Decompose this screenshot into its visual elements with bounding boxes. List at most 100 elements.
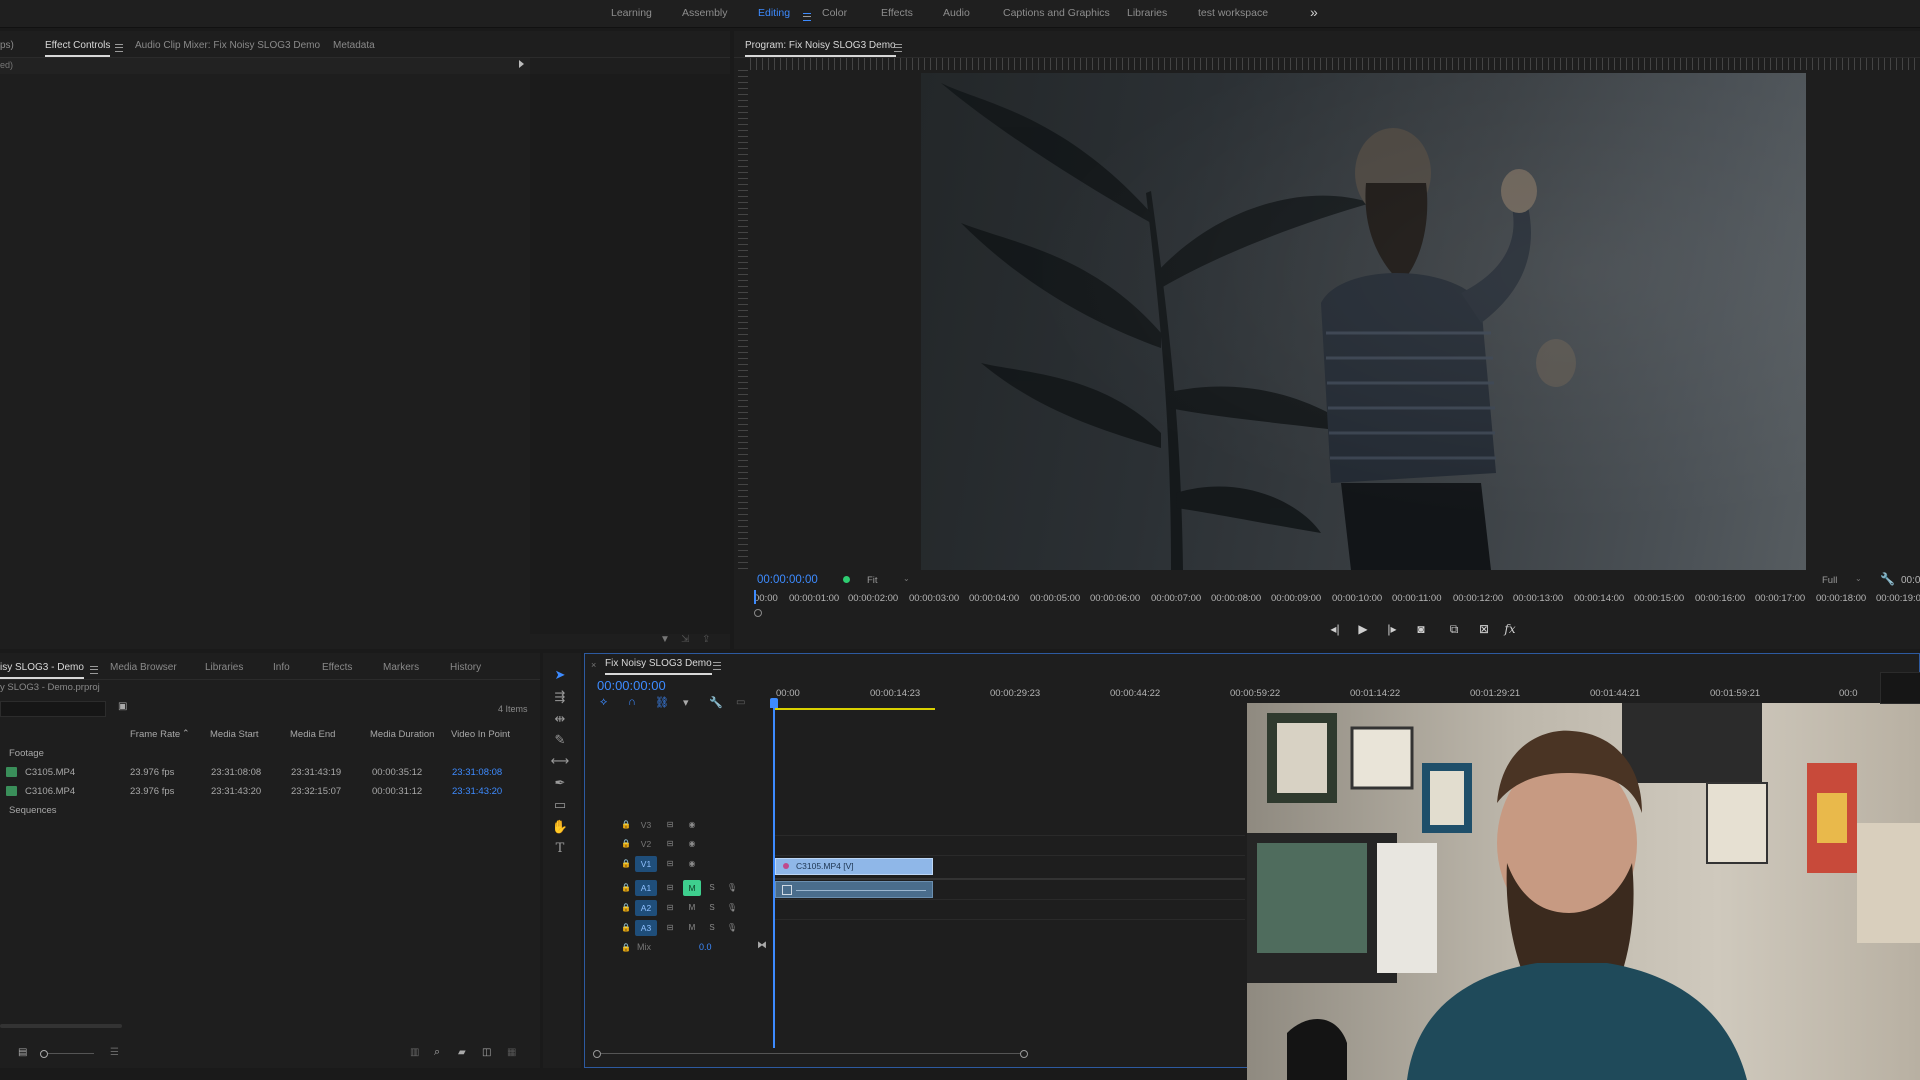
list-view-icon[interactable]: ▤ [18, 1047, 27, 1058]
rectangle-tool-icon[interactable]: ▭ [549, 796, 571, 814]
timeline-zoom-end-handle[interactable] [1020, 1050, 1028, 1058]
mic-icon[interactable]: 🎙 [725, 881, 739, 894]
program-monitor-title[interactable]: Program: Fix Noisy SLOG3 Demo [745, 40, 896, 57]
export-frame-icon[interactable]: ⇲ [681, 634, 689, 645]
timeline-timecode[interactable]: 00:00:00:00 [597, 678, 666, 693]
track-a2-label[interactable]: A2 [635, 900, 657, 916]
mute-a3-button[interactable]: M [685, 921, 699, 934]
step-forward-icon[interactable]: |▸ [1382, 622, 1402, 636]
tab-markers[interactable]: Markers [383, 662, 419, 673]
mic-icon[interactable]: 🎙 [725, 901, 739, 914]
wrench-icon[interactable]: 🔧 [1880, 572, 1895, 586]
zoom-slider-handle[interactable] [40, 1050, 48, 1058]
share-icon[interactable]: ⇪ [702, 634, 710, 645]
hand-tool-icon[interactable]: ✋ [549, 818, 571, 836]
program-time-ruler[interactable]: 00:00 00:00:01:00 00:00:02:00 00:00:03:0… [754, 590, 1920, 612]
project-horizontal-scrollbar[interactable] [0, 1024, 122, 1028]
track-v3-label[interactable]: V3 [635, 817, 657, 833]
folder-sequences[interactable]: Sequences [0, 802, 530, 820]
column-frame-rate[interactable]: Frame Rate [130, 729, 180, 740]
more-workspaces-icon[interactable]: » [1310, 4, 1318, 20]
lock-track-icon[interactable]: 🔒 [619, 881, 633, 894]
timeline-menu-icon[interactable] [707, 660, 721, 672]
sync-lock-icon[interactable]: ⊟ [663, 881, 677, 894]
expand-arrow-icon[interactable] [519, 60, 524, 68]
solo-a3-button[interactable]: S [705, 921, 719, 934]
zoom-handle-icon[interactable] [754, 609, 762, 617]
sync-lock-icon[interactable]: ⊟ [663, 837, 677, 850]
column-media-duration[interactable]: Media Duration [370, 729, 434, 740]
fit-dropdown-chevron-icon[interactable]: ⌄ [903, 574, 910, 583]
column-media-end[interactable]: Media End [290, 729, 335, 740]
workspace-tab-assembly[interactable]: Assembly [682, 7, 728, 19]
work-area-bar[interactable] [775, 708, 935, 710]
zoom-slider-track[interactable] [48, 1053, 94, 1054]
track-a1-label[interactable]: A1 [635, 880, 657, 896]
tab-effects[interactable]: Effects [322, 662, 352, 673]
workspace-tab-audio[interactable]: Audio [943, 7, 970, 19]
sync-lock-icon[interactable]: ⊟ [663, 901, 677, 914]
lock-track-icon[interactable]: 🔒 [619, 857, 633, 870]
playhead-handle[interactable] [770, 698, 778, 708]
sync-lock-icon[interactable]: ⊟ [663, 857, 677, 870]
video-clip-c3105[interactable]: C3105.MP4 [V] [775, 858, 933, 875]
close-tab-icon[interactable]: × [591, 660, 596, 670]
solo-a2-button[interactable]: S [705, 901, 719, 914]
project-row-c3105[interactable]: C3105.MP4 23.976 fps 23:31:08:08 23:31:4… [0, 764, 530, 782]
add-marker-icon[interactable]: ▾ [683, 696, 689, 709]
tab-libraries[interactable]: Libraries [205, 662, 243, 673]
clip-in-point[interactable]: 23:31:08:08 [452, 767, 502, 778]
track-v1-label[interactable]: V1 [635, 856, 657, 872]
tab-metadata[interactable]: Metadata [333, 40, 375, 51]
selection-tool-icon[interactable]: ➤ [549, 666, 571, 684]
resolution-dropdown[interactable]: Full [1822, 575, 1837, 586]
nest-icon[interactable]: ⟡ [600, 696, 607, 709]
program-menu-icon[interactable] [888, 42, 902, 54]
workspace-tab-learning[interactable]: Learning [611, 7, 652, 19]
step-back-icon[interactable]: ◂| [1325, 622, 1345, 636]
fit-dropdown[interactable]: Fit [867, 575, 878, 586]
mix-value[interactable]: 0.0 [699, 942, 712, 952]
track-select-tool-icon[interactable]: ⇶ [549, 688, 571, 706]
sort-ascending-icon[interactable]: ⌃ [182, 728, 190, 739]
tab-media-browser[interactable]: Media Browser [110, 662, 177, 673]
project-menu-icon[interactable] [84, 664, 98, 676]
tab-project[interactable]: isy SLOG3 - Demo [0, 662, 84, 679]
ripple-edit-tool-icon[interactable]: ⇹ [549, 710, 571, 728]
snap-icon[interactable]: ∩ [628, 696, 636, 708]
play-icon[interactable]: ▶ [1353, 622, 1373, 636]
pen-tool-icon[interactable]: ✒ [549, 774, 571, 792]
mic-icon[interactable]: 🎙 [725, 921, 739, 934]
workspace-tab-libraries[interactable]: Libraries [1127, 7, 1167, 19]
camera-icon[interactable]: ◙ [1411, 622, 1431, 636]
workspace-tab-test[interactable]: test workspace [1198, 7, 1268, 19]
automate-icon[interactable]: ▥ [410, 1047, 419, 1058]
linked-selection-icon[interactable]: ⛓ [655, 696, 669, 709]
workspace-menu-icon[interactable] [797, 11, 811, 23]
tab-info[interactable]: Info [273, 662, 290, 673]
tab-audio-clip-mixer[interactable]: Audio Clip Mixer: Fix Noisy SLOG3 Demo [135, 40, 320, 51]
razor-tool-icon[interactable]: ✎ [549, 731, 571, 749]
resolution-chevron-icon[interactable]: ⌄ [1855, 574, 1862, 583]
program-playhead[interactable] [754, 590, 756, 604]
workspace-tab-editing[interactable]: Editing [758, 7, 790, 19]
workspace-tab-color[interactable]: Color [822, 7, 847, 19]
lock-track-icon[interactable]: 🔒 [619, 837, 633, 850]
sync-lock-icon[interactable]: ⊟ [663, 921, 677, 934]
track-a3-label[interactable]: A3 [635, 920, 657, 936]
timeline-settings-icon[interactable]: 🔧 [709, 696, 723, 709]
filter-icon[interactable]: ▼ [660, 634, 670, 645]
new-item-icon[interactable]: ◫ [482, 1047, 491, 1058]
find-icon[interactable]: ⌕ [434, 1046, 440, 1059]
overwrite-icon[interactable]: ⊠ [1474, 622, 1494, 636]
insert-icon[interactable]: ⧉ [1444, 622, 1464, 637]
mix-end-icon[interactable]: ⧓ [757, 940, 767, 951]
tab-effect-controls[interactable]: Effect Controls [45, 40, 111, 57]
sync-lock-icon[interactable]: ⊟ [663, 818, 677, 831]
mute-a1-button[interactable]: M [683, 880, 701, 896]
folder-footage[interactable]: Footage [0, 745, 530, 763]
project-row-c3106[interactable]: C3106.MP4 23.976 fps 23:31:43:20 23:32:1… [0, 783, 530, 801]
sort-icons-icon[interactable]: ☰ [110, 1047, 119, 1058]
clear-icon[interactable]: ▦ [507, 1047, 516, 1058]
type-tool-icon[interactable]: T [549, 840, 571, 858]
